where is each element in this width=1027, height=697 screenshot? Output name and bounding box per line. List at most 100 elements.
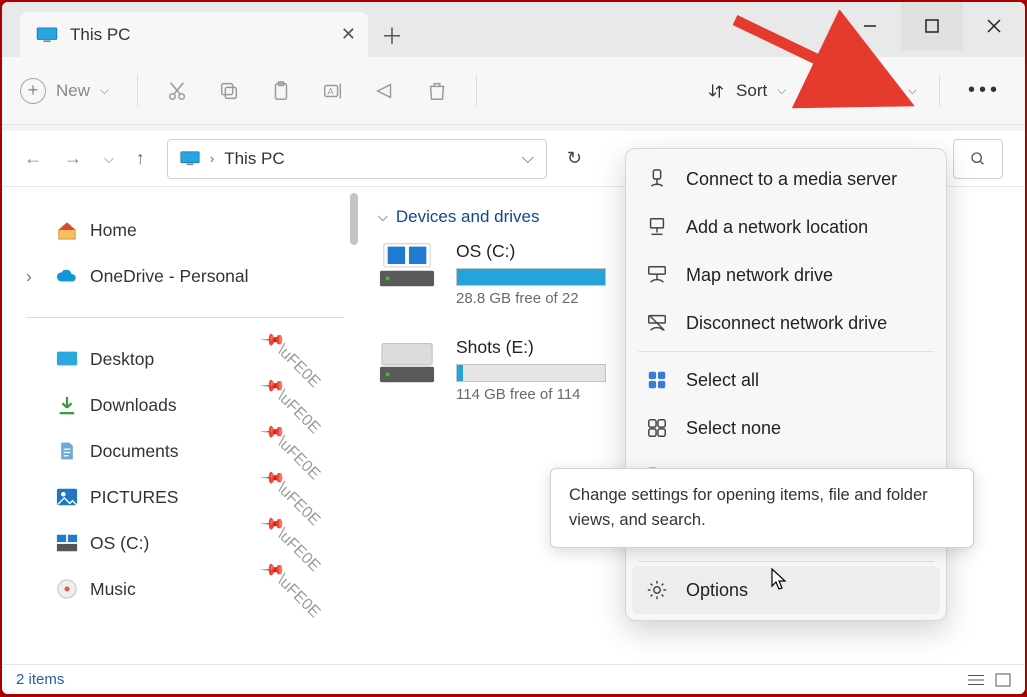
desktop-icon [56,349,78,369]
new-button[interactable]: + New ⌵ [20,78,109,104]
drive-icon [378,337,436,385]
separator [939,75,940,107]
sidebar-label: Music [90,579,136,600]
sidebar-label: Documents [90,441,179,462]
disconnect-drive-icon [646,312,668,334]
breadcrumb-this-pc[interactable]: This PC [224,149,284,169]
address-bar[interactable]: › This PC ⌵ [167,139,547,179]
monitor-icon [36,27,58,43]
new-tab-button[interactable]: ＋ [368,12,416,57]
clipboard-group: A [166,80,448,102]
group-label: Devices and drives [396,207,540,227]
media-server-icon [646,168,668,190]
sidebar-label: OneDrive - Personal [90,266,249,287]
sidebar-item-onedrive[interactable]: › OneDrive - Personal [26,253,344,299]
document-icon [56,441,78,461]
monitor-icon [180,151,200,166]
refresh-button[interactable]: ↻ [567,148,582,169]
menu-label: Map network drive [686,265,833,286]
separator [26,317,344,318]
annotation-arrow [725,10,925,120]
back-button[interactable]: ← [24,148,42,169]
menu-select-none[interactable]: Select none [632,404,940,452]
svg-text:A: A [328,86,335,96]
details-view-icon[interactable] [967,673,985,687]
cursor-icon [770,567,790,591]
cloud-icon [56,266,78,286]
menu-label: Options [686,580,748,601]
more-button[interactable]: ••• [962,79,1007,102]
tooltip: Change settings for opening items, file … [550,468,974,548]
separator [137,75,138,107]
menu-label: Add a network location [686,217,868,238]
copy-icon[interactable] [218,80,240,102]
search-icon [970,151,986,167]
menu-disconnect-network-drive[interactable]: Disconnect network drive [632,299,940,347]
tab-this-pc[interactable]: This PC ✕ [20,12,368,57]
select-all-icon [646,369,668,391]
separator [638,351,934,352]
item-count: 2 items [16,671,64,688]
drive-icon [56,533,78,553]
sidebar-label: Downloads [90,395,177,416]
menu-label: Select none [686,418,781,439]
search-box[interactable] [953,139,1003,179]
statusbar: 2 items [2,664,1025,694]
network-location-icon [646,216,668,238]
menu-add-network-location[interactable]: Add a network location [632,203,940,251]
sidebar: Home › OneDrive - Personal Desktop 📌\uFE… [2,187,354,664]
music-icon [56,579,78,599]
more-menu: Connect to a media server Add a network … [625,148,947,621]
cut-icon[interactable] [166,80,188,102]
scrollbar[interactable] [350,193,358,245]
pin-icon: 📌\uFE0E [258,556,324,622]
plus-icon: + [20,78,46,104]
new-label: New [56,81,90,101]
up-button[interactable]: ↑ [136,148,145,169]
drive-icon [378,241,436,289]
home-icon [56,220,78,240]
menu-label: Disconnect network drive [686,313,887,334]
chevron-right-icon: › [210,151,214,166]
drive-usage-bar [456,268,606,286]
sidebar-item-os-c[interactable]: OS (C:) 📌\uFE0E [26,520,344,566]
separator [638,561,934,562]
separator [476,75,477,107]
drive-label: OS (C:) [456,241,606,262]
download-icon [56,395,78,415]
sidebar-item-home[interactable]: Home [26,207,344,253]
sidebar-item-downloads[interactable]: Downloads 📌\uFE0E [26,382,344,428]
select-none-icon [646,417,668,439]
tab-title: This PC [70,25,130,45]
menu-connect-media-server[interactable]: Connect to a media server [632,155,940,203]
sidebar-item-documents[interactable]: Documents 📌\uFE0E [26,428,344,474]
sidebar-label: PICTURES [90,487,178,508]
sidebar-item-music[interactable]: Music 📌\uFE0E [26,566,344,612]
sidebar-label: OS (C:) [90,533,149,554]
rename-icon[interactable]: A [322,80,344,102]
recent-button[interactable]: ⌵ [104,151,114,167]
tab-close-icon[interactable]: ✕ [341,24,356,45]
sidebar-item-pictures[interactable]: PICTURES 📌\uFE0E [26,474,344,520]
sidebar-label: Desktop [90,349,154,370]
map-drive-icon [646,264,668,286]
menu-map-network-drive[interactable]: Map network drive [632,251,940,299]
forward-button[interactable]: → [64,148,82,169]
large-icons-view-icon[interactable] [995,673,1011,687]
menu-select-all[interactable]: Select all [632,356,940,404]
menu-label: Connect to a media server [686,169,897,190]
paste-icon[interactable] [270,80,292,102]
share-icon[interactable] [374,80,396,102]
tooltip-text: Change settings for opening items, file … [569,486,928,529]
sidebar-item-desktop[interactable]: Desktop 📌\uFE0E [26,336,344,382]
close-button[interactable] [963,2,1025,50]
drive-usage-bar [456,364,606,382]
chevron-down-icon: ⌵ [378,209,388,225]
delete-icon[interactable] [426,80,448,102]
menu-label: Select all [686,370,759,391]
chevron-down-icon[interactable]: ⌵ [522,150,534,168]
sort-icon [706,81,726,101]
pictures-icon [56,487,78,507]
gear-icon [646,579,668,601]
drive-label: Shots (E:) [456,337,606,358]
